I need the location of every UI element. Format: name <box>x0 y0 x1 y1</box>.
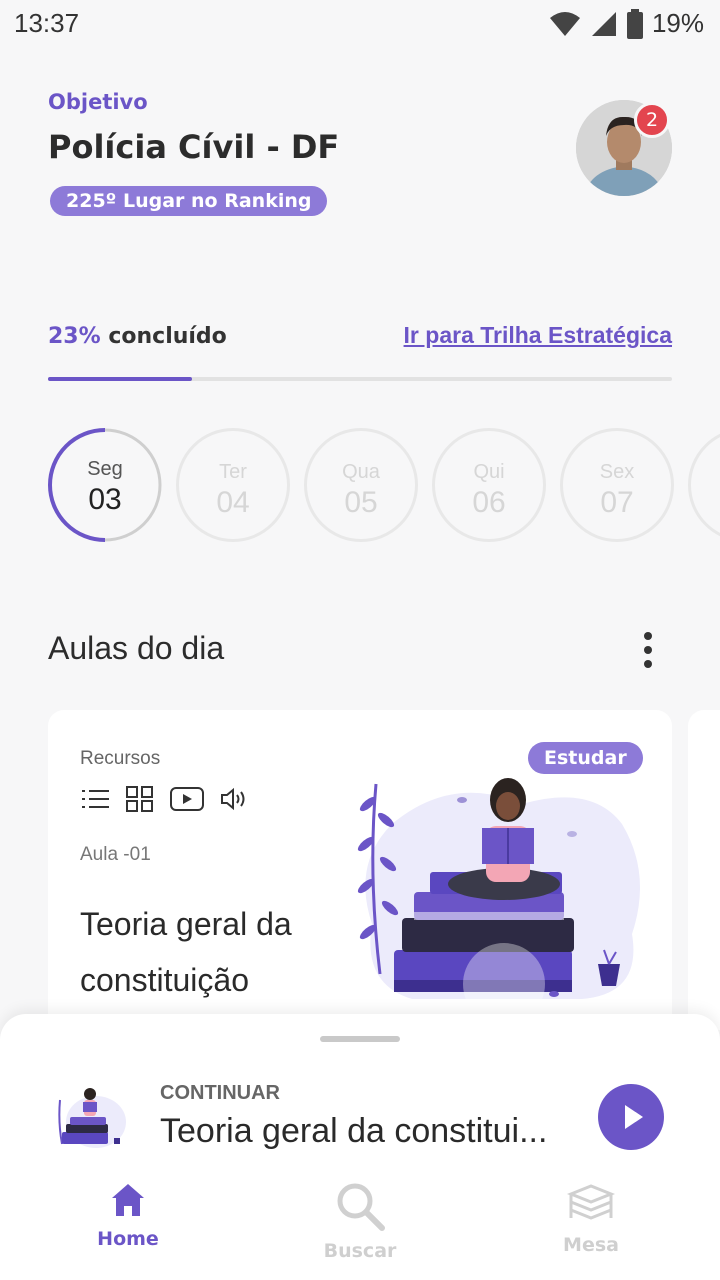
resources-label: Recursos <box>80 748 161 769</box>
search-icon <box>337 1183 385 1231</box>
cellular-signal-icon <box>591 11 616 36</box>
progress-bar-fill <box>48 377 192 381</box>
day-qua[interactable]: Qua 05 <box>304 428 418 542</box>
day-name: Ter <box>219 461 247 483</box>
day-number: 05 <box>344 486 378 519</box>
strategic-trail-link[interactable]: Ir para Trilha Estratégica <box>404 322 672 349</box>
progress-text: 23% concluído <box>48 324 227 349</box>
nav-desk-label: Mesa <box>563 1234 619 1256</box>
day-next-partial[interactable] <box>688 428 720 542</box>
nav-home-label: Home <box>97 1228 159 1250</box>
objective-label: Objetivo <box>48 90 148 114</box>
lesson-number: Aula -01 <box>80 844 151 865</box>
continue-thumbnail <box>48 1082 128 1154</box>
play-icon <box>625 1105 643 1129</box>
home-icon <box>112 1184 144 1216</box>
progress-bar <box>48 377 672 381</box>
nav-search-label: Buscar <box>323 1240 397 1262</box>
day-selector: Seg 03 Ter 04 Qua 05 Qui 06 Sex 07 <box>48 428 720 544</box>
notification-badge[interactable]: 2 <box>634 102 670 138</box>
video-icon <box>170 787 204 811</box>
books-icon <box>566 1184 616 1220</box>
bottom-navigation: Home Buscar Mesa <box>0 1180 720 1280</box>
study-button[interactable]: Estudar <box>528 742 643 774</box>
resource-icons <box>82 786 250 812</box>
progress-suffix: concluído <box>100 324 227 349</box>
nav-home[interactable]: Home <box>48 1180 208 1250</box>
day-number: 07 <box>600 486 634 519</box>
grid-icon <box>126 786 153 812</box>
more-options-icon[interactable] <box>640 632 656 672</box>
battery-percentage: 19% <box>651 8 704 38</box>
status-icons: 19% <box>548 8 704 39</box>
next-lesson-card-peek[interactable] <box>688 710 720 1030</box>
day-progress-ring <box>48 428 162 542</box>
nav-search[interactable]: Buscar <box>280 1180 440 1262</box>
status-time: 13:37 <box>14 8 80 38</box>
sheet-drag-handle[interactable] <box>320 1036 400 1042</box>
wifi-icon <box>549 11 580 36</box>
lesson-title: Teoria geral da constituição <box>80 906 292 998</box>
objective-title[interactable]: Polícia Cívil - DF <box>48 128 339 166</box>
section-title: Aulas do dia <box>48 630 225 666</box>
lesson-card[interactable]: Recursos Aula -01 Teoria geral da consti… <box>48 710 672 1030</box>
nav-desk[interactable]: Mesa <box>511 1180 671 1256</box>
status-bar: 13:37 19% <box>0 0 720 50</box>
day-number: 04 <box>216 486 250 519</box>
day-ter[interactable]: Ter 04 <box>176 428 290 542</box>
day-qui[interactable]: Qui 06 <box>432 428 546 542</box>
day-name: Qui <box>473 461 505 483</box>
continue-lesson-title[interactable]: Teoria geral da constitui... <box>160 1112 580 1151</box>
day-name: Sex <box>599 461 635 483</box>
audio-icon <box>221 787 245 811</box>
day-seg[interactable]: Seg 03 <box>48 428 162 542</box>
day-number: 06 <box>472 486 506 519</box>
continue-label: CONTINUAR <box>160 1082 280 1104</box>
ranking-badge[interactable]: 225º Lugar no Ranking <box>50 186 328 216</box>
battery-icon <box>626 8 643 39</box>
play-button[interactable] <box>598 1084 664 1150</box>
day-sex[interactable]: Sex 07 <box>560 428 674 542</box>
reading-woman-illustration <box>357 778 640 1014</box>
day-name: Qua <box>342 461 380 483</box>
list-icon <box>82 790 109 808</box>
progress-percent: 23% <box>48 324 101 349</box>
